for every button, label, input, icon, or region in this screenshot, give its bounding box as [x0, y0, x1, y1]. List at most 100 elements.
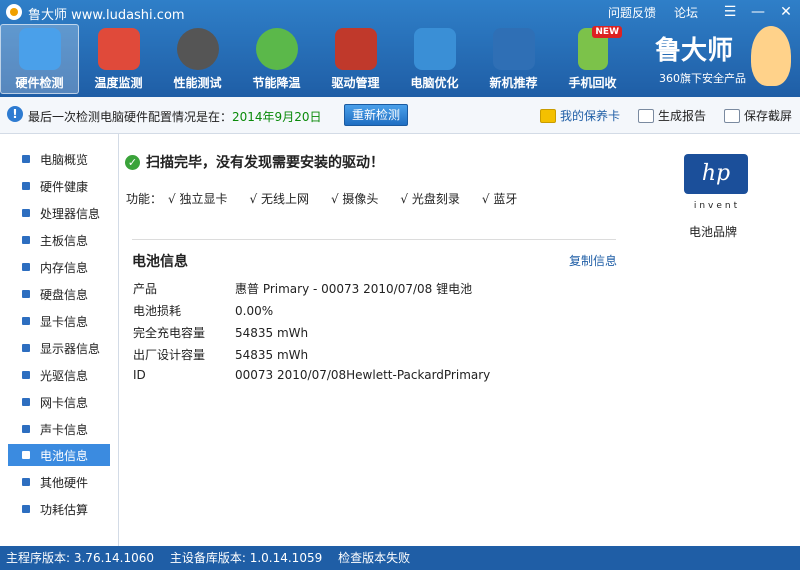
app-title: 鲁大师 www.ludashi.com: [28, 8, 185, 23]
nav-pc-optimize[interactable]: 电脑优化: [395, 24, 474, 94]
sidebar-item-cpu[interactable]: 处理器信息: [8, 202, 110, 224]
recheck-button[interactable]: 重新检测: [344, 104, 408, 126]
generate-report-link[interactable]: 生成报告: [637, 107, 706, 124]
brand-subtitle: 360旗下安全产品: [659, 72, 746, 85]
save-screenshot-link[interactable]: 保存截屏: [723, 107, 792, 124]
feature-item: √ 摄像头: [330, 192, 379, 206]
bullet-icon: [22, 371, 30, 379]
clover-icon: [255, 28, 298, 70]
info-key: 产品: [133, 282, 158, 296]
battery-brand-label: 电池品牌: [689, 225, 738, 239]
nav-label: 电脑优化: [410, 76, 459, 90]
new-badge: NEW: [592, 26, 622, 38]
sidebar-item-optical[interactable]: 光驱信息: [8, 364, 110, 386]
top-bar: 鲁大师 www.ludashi.com 问题反馈 论坛 ☰ — ✕ 硬件检测 温…: [0, 0, 800, 97]
sidebar-item-label: 显示器信息: [40, 341, 101, 356]
sidebar-item-label: 电池信息: [40, 448, 89, 463]
main-content: ✓ 扫描完毕，没有发现需要安装的驱动！ 功能： √ 独立显卡 √ 无线上网 √ …: [119, 134, 633, 546]
nav-temperature[interactable]: 温度监测: [79, 24, 158, 94]
status-bar: 主程序版本: 3.76.14.1060 主设备库版本: 1.0.14.1059 …: [0, 546, 800, 570]
info-key: 电池损耗: [133, 304, 182, 318]
sidebar-item-overview[interactable]: 电脑概览: [8, 148, 110, 170]
info-key: ID: [133, 368, 146, 382]
info-links: 我的保养卡 生成报告 保存截屏: [522, 107, 792, 124]
camera-icon: [723, 108, 740, 123]
nav-label: 性能测试: [173, 76, 222, 90]
main-version: 主程序版本: 3.76.14.1060: [6, 551, 155, 565]
hp-logo: hp: [684, 154, 748, 194]
nav-driver-management[interactable]: 驱动管理: [316, 24, 395, 94]
nav-new-pc[interactable]: 新机推荐: [474, 24, 553, 94]
feedback-link[interactable]: 问题反馈: [608, 4, 656, 21]
sidebar-item-label: 硬盘信息: [40, 287, 89, 302]
sidebar-item-power[interactable]: 功耗估算: [8, 498, 110, 520]
sidebar: 电脑概览 硬件健康 处理器信息 主板信息 内存信息 硬盘信息 显卡信息 显示器信…: [0, 134, 119, 546]
sidebar-item-network[interactable]: 网卡信息: [8, 391, 110, 413]
sidebar-item-label: 声卡信息: [40, 422, 89, 437]
sidebar-item-label: 光驱信息: [40, 368, 89, 383]
sidebar-item-label: 处理器信息: [40, 206, 101, 221]
printer-icon: [637, 108, 654, 123]
nav-label: 驱动管理: [331, 76, 380, 90]
app-logo-icon: [6, 4, 22, 20]
info-key: 出厂设计容量: [133, 348, 206, 362]
nav-energy-saving[interactable]: 节能降温: [237, 24, 316, 94]
vip-card-label: 我的保养卡: [559, 109, 620, 123]
info-value: 54835 mWh: [235, 326, 309, 340]
thermometer-icon: [97, 28, 140, 70]
sidebar-item-sound[interactable]: 声卡信息: [8, 418, 110, 440]
info-value: 00073 2010/07/08Hewlett-PackardPrimary: [235, 368, 491, 382]
bullet-icon: [22, 209, 30, 217]
sidebar-item-label: 显卡信息: [40, 314, 89, 329]
sidebar-item-label: 主板信息: [40, 233, 89, 248]
features-list: 功能： √ 独立显卡 √ 无线上网 √ 摄像头 √ 光盘刻录 √ 蓝牙: [126, 190, 539, 207]
last-check-label: 最后一次检测电脑硬件配置情况是在：: [28, 110, 233, 124]
sidebar-item-memory[interactable]: 内存信息: [8, 256, 110, 278]
bullet-icon: [22, 290, 30, 298]
feature-item: √ 蓝牙: [481, 192, 518, 206]
vip-card-link[interactable]: 我的保养卡: [539, 107, 620, 124]
main-nav: 硬件检测 温度监测 性能测试 节能降温 驱动管理 电脑优化 新机推荐 手机回收: [0, 24, 640, 94]
forum-link[interactable]: 论坛: [674, 4, 698, 21]
sidebar-item-health[interactable]: 硬件健康: [8, 175, 110, 197]
bullet-icon: [22, 317, 30, 325]
feature-item: √ 光盘刻录: [400, 192, 460, 206]
sidebar-item-label: 内存信息: [40, 260, 89, 275]
sidebar-item-display[interactable]: 显示器信息: [8, 337, 110, 359]
speedometer-icon: [176, 28, 219, 70]
bullet-icon: [22, 182, 30, 190]
info-value: 54835 mWh: [235, 348, 309, 362]
close-button[interactable]: ✕: [772, 0, 800, 24]
sidebar-item-label: 硬件健康: [40, 179, 89, 194]
scan-result: ✓ 扫描完毕，没有发现需要安装的驱动！: [125, 152, 384, 172]
brand: 鲁大师 360旗下安全产品: [655, 26, 795, 90]
sidebar-item-motherboard[interactable]: 主板信息: [8, 229, 110, 251]
db-version: 主设备库版本: 1.0.14.1059: [169, 551, 323, 565]
sidebar-item-other[interactable]: 其他硬件: [8, 471, 110, 493]
sidebar-item-battery[interactable]: 电池信息: [8, 444, 110, 466]
bullet-icon: [22, 263, 30, 271]
sidebar-item-gpu[interactable]: 显卡信息: [8, 310, 110, 332]
bullet-icon: [22, 155, 30, 163]
bullet-icon: [22, 478, 30, 486]
last-check-date: 2014年9月20日: [232, 110, 322, 124]
copy-info-link[interactable]: 复制信息: [569, 252, 617, 269]
info-row: 完全充电容量 54835 mWh: [133, 324, 308, 341]
bullet-icon: [22, 451, 30, 459]
sidebar-item-label: 网卡信息: [40, 395, 89, 410]
bullet-icon: [22, 398, 30, 406]
sidebar-item-disk[interactable]: 硬盘信息: [8, 283, 110, 305]
nav-hardware-check[interactable]: 硬件检测: [0, 24, 79, 94]
info-row: 出厂设计容量 54835 mWh: [133, 346, 308, 363]
info-bar: ! 最后一次检测电脑硬件配置情况是在：2014年9月20日 重新检测 我的保养卡…: [0, 97, 800, 134]
menu-icon[interactable]: ☰: [716, 0, 744, 24]
vip-icon: [539, 108, 556, 123]
info-key: 完全充电容量: [133, 326, 206, 340]
generate-report-label: 生成报告: [657, 109, 706, 123]
title-bar: 鲁大师 www.ludashi.com 问题反馈 论坛 ☰ — ✕: [0, 0, 800, 24]
minimize-button[interactable]: —: [744, 0, 772, 24]
sidebar-item-label: 电脑概览: [40, 152, 89, 167]
nav-phone-recycle[interactable]: 手机回收 NEW: [553, 24, 632, 94]
title-controls: 问题反馈 论坛 ☰ — ✕: [608, 0, 800, 24]
nav-performance[interactable]: 性能测试: [158, 24, 237, 94]
